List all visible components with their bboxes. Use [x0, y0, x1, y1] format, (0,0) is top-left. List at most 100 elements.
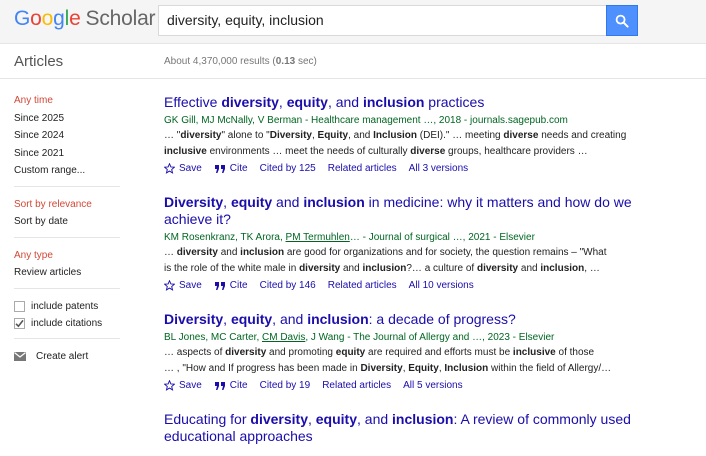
- checkbox-checked[interactable]: [14, 317, 25, 329]
- cite-button[interactable]: Cite: [214, 378, 248, 393]
- articles-tab[interactable]: Articles: [14, 53, 63, 70]
- highlighted-term: Inclusion: [444, 362, 489, 374]
- save-button[interactable]: Save: [164, 161, 202, 176]
- result-snippet: … diversity and inclusion are good for o…: [164, 245, 648, 261]
- all-versions-link[interactable]: All 10 versions: [409, 278, 474, 293]
- sort-by-relevance[interactable]: Sort by relevance: [14, 196, 120, 214]
- all-versions-link[interactable]: All 3 versions: [409, 161, 468, 176]
- result-snippet: … , "How and If progress has been made i…: [164, 361, 648, 377]
- subheader: Articles About 4,370,000 results (0.13 s…: [0, 44, 706, 79]
- create-alert-button[interactable]: Create alert: [14, 348, 120, 366]
- text-segment: , and: [357, 411, 393, 427]
- results-count: About 4,370,000 results (0.13 sec): [164, 56, 317, 67]
- checkbox-unchecked[interactable]: [14, 300, 25, 312]
- text-segment: and promoting: [266, 347, 336, 358]
- highlighted-term: Diversity: [269, 130, 312, 141]
- highlighted-term: diversity: [221, 94, 279, 110]
- result-actions: Save Cite Cited by 146 Related articles …: [164, 278, 648, 293]
- highlighted-term: inclusion: [362, 94, 425, 110]
- envelope-icon: [14, 352, 26, 361]
- cited-by-link[interactable]: Cited by 146: [260, 278, 316, 293]
- highlighted-term: diversity: [299, 262, 341, 274]
- cite-label: Cite: [229, 163, 248, 174]
- logo-letter: e: [69, 7, 81, 30]
- result-title-link[interactable]: Diversity, equity, and inclusion: a deca…: [164, 311, 648, 328]
- filter-since-2021[interactable]: Since 2021: [14, 145, 120, 163]
- text-segment: within the field of Allergy/…: [488, 362, 612, 374]
- highlighted-term: equity: [335, 347, 366, 358]
- text-segment: GK Gill, MJ McNally, V Berman - Healthca…: [164, 115, 568, 126]
- filter-any-time[interactable]: Any time: [14, 92, 120, 110]
- highlighted-term: equity: [315, 411, 357, 427]
- divider: [14, 337, 120, 339]
- sidebar: Any time Since 2025 Since 2024 Since 202…: [14, 92, 120, 366]
- cite-button[interactable]: Cite: [214, 278, 248, 293]
- highlighted-term: Diversity: [360, 362, 403, 374]
- highlighted-term: diversity: [476, 262, 519, 274]
- result-snippet: … aspects of diversity and promoting equ…: [164, 345, 648, 361]
- related-articles-link[interactable]: Related articles: [322, 378, 391, 393]
- text-segment: BL Jones, MC Carter,: [164, 332, 262, 343]
- text-segment: KM Rosenkranz, TK Arora,: [164, 232, 286, 243]
- highlighted-term: diversity: [176, 247, 218, 258]
- save-button[interactable]: Save: [164, 278, 202, 293]
- highlighted-term: equity: [286, 94, 328, 110]
- highlighted-term: equity: [230, 311, 273, 327]
- text-segment: groups, healthcare providers …: [445, 145, 588, 157]
- highlighted-term: inclusion: [307, 311, 369, 327]
- cited-by-link[interactable]: Cited by 125: [260, 161, 316, 176]
- filter-any-type[interactable]: Any type: [14, 247, 120, 265]
- quote-icon: [214, 164, 225, 173]
- filter-since-2025[interactable]: Since 2025: [14, 110, 120, 128]
- quote-icon: [214, 281, 225, 290]
- search-result: Diversity, equity, and inclusion: a deca…: [164, 311, 648, 393]
- text-segment: Effective: [164, 94, 222, 110]
- author-link[interactable]: CM Davis: [262, 332, 305, 343]
- text-segment: : a decade of progress?: [368, 311, 516, 327]
- text-segment: … - Journal of surgical …, 2021 - Elsevi…: [349, 232, 535, 243]
- include-citations-checkbox[interactable]: include citations: [14, 315, 120, 332]
- filter-custom-range[interactable]: Custom range...: [14, 162, 120, 180]
- search-result: Diversity, equity and inclusion in medic…: [164, 194, 648, 293]
- all-versions-link[interactable]: All 5 versions: [403, 378, 462, 393]
- cite-label: Cite: [229, 280, 248, 291]
- text-segment: (DEI)." … meeting: [417, 130, 504, 141]
- highlighted-term: diversity: [250, 411, 308, 427]
- save-button[interactable]: Save: [164, 378, 202, 393]
- text-segment: practices: [424, 94, 485, 110]
- search-button[interactable]: [606, 5, 638, 36]
- result-title-link[interactable]: Diversity, equity and inclusion in medic…: [164, 194, 648, 228]
- cite-button[interactable]: Cite: [214, 161, 248, 176]
- result-actions: Save Cite Cited by 19 Related articles A…: [164, 378, 648, 393]
- result-title-link[interactable]: Effective diversity, equity, and inclusi…: [164, 94, 648, 111]
- text-segment: and: [518, 262, 541, 274]
- highlighted-term: Diversity: [164, 311, 224, 327]
- result-authors: BL Jones, MC Carter, CM Davis, J Wang - …: [164, 330, 648, 345]
- include-patents-checkbox[interactable]: include patents: [14, 298, 120, 315]
- highlighted-term: inclusion: [392, 411, 454, 427]
- related-articles-link[interactable]: Related articles: [328, 278, 397, 293]
- related-articles-link[interactable]: Related articles: [328, 161, 397, 176]
- text-segment: ,: [307, 411, 316, 427]
- cited-by-link[interactable]: Cited by 19: [260, 378, 311, 393]
- filter-since-2024[interactable]: Since 2024: [14, 127, 120, 145]
- logo-letter: o: [41, 7, 54, 30]
- sort-by-date[interactable]: Sort by date: [14, 213, 120, 231]
- text-segment: ,: [278, 94, 287, 110]
- checkmark-icon: [15, 319, 24, 327]
- google-scholar-logo[interactable]: Google Scholar: [14, 7, 156, 31]
- result-authors: KM Rosenkranz, TK Arora, PM Termuhlen… -…: [164, 230, 648, 245]
- text-segment: , and: [327, 94, 363, 110]
- text-segment: ,: [223, 194, 231, 210]
- create-alert-label: Create alert: [36, 351, 89, 362]
- filter-review-articles[interactable]: Review articles: [14, 264, 120, 282]
- search-input[interactable]: diversity, equity, inclusion: [158, 5, 606, 36]
- text-segment: …: [164, 247, 177, 258]
- result-title-link[interactable]: Educating for diversity, equity, and inc…: [164, 411, 648, 445]
- logo-letter: o: [30, 7, 42, 30]
- highlighted-term: diversity: [180, 130, 222, 141]
- author-link[interactable]: PM Termuhlen: [286, 232, 350, 243]
- text-segment: needs and creating: [538, 130, 627, 141]
- highlighted-term: diverse: [410, 145, 446, 157]
- text-segment: … , "How and If progress has been made i…: [164, 362, 361, 374]
